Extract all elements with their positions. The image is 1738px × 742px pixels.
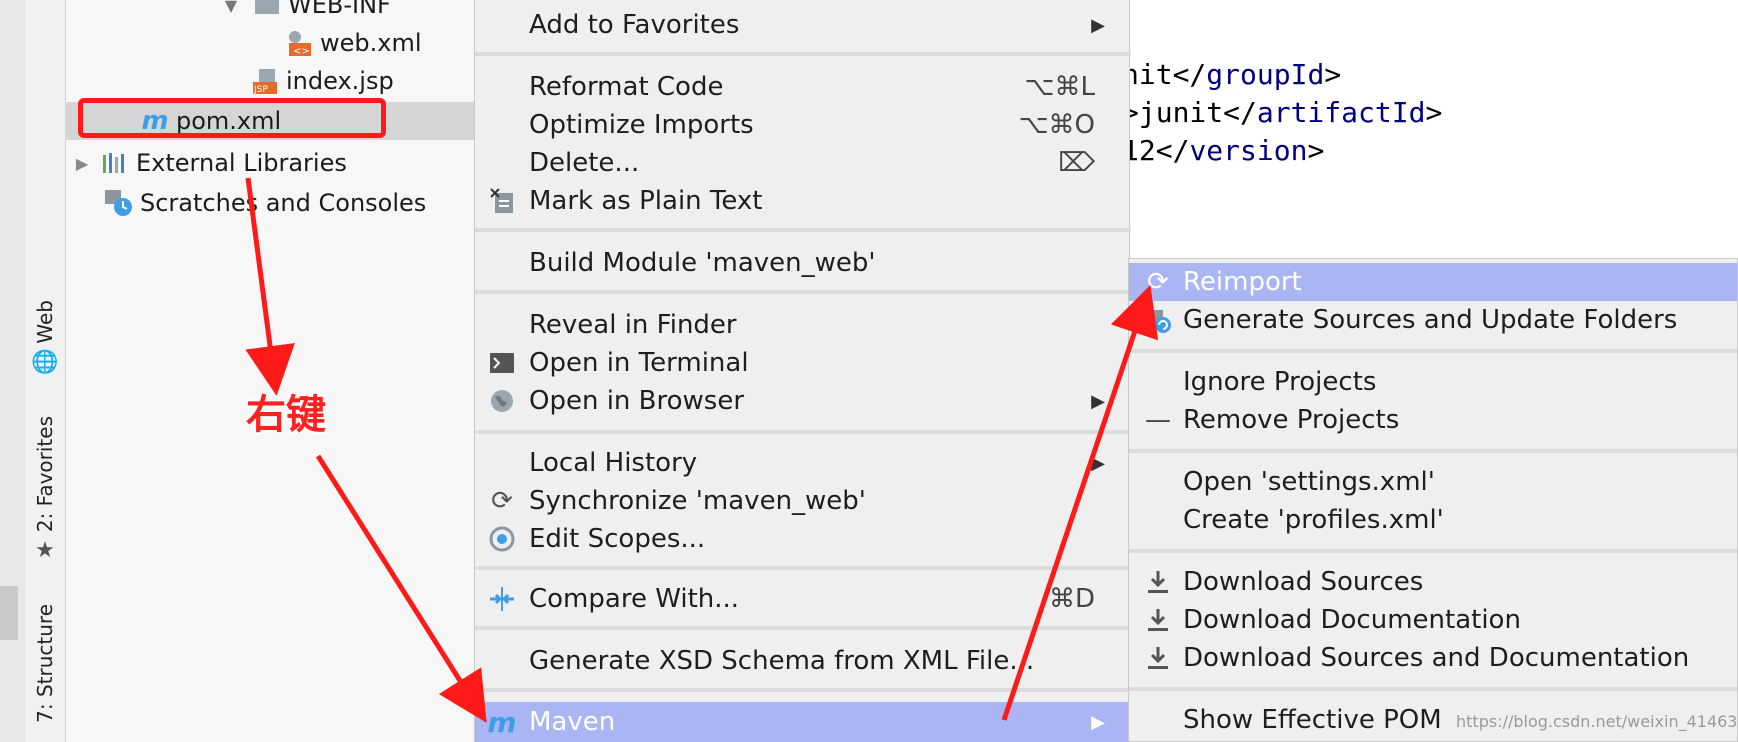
watermark: https://blog.csdn.net/weixin_41463971 — [1456, 712, 1738, 731]
annotation-arrows — [245, 177, 1159, 723]
annotation-arrow-to-maven — [315, 454, 487, 723]
annotation-arrow-to-reimport — [1001, 285, 1159, 721]
annotation-arrow-down — [245, 177, 295, 396]
annotation-label: 右键 — [246, 392, 326, 438]
